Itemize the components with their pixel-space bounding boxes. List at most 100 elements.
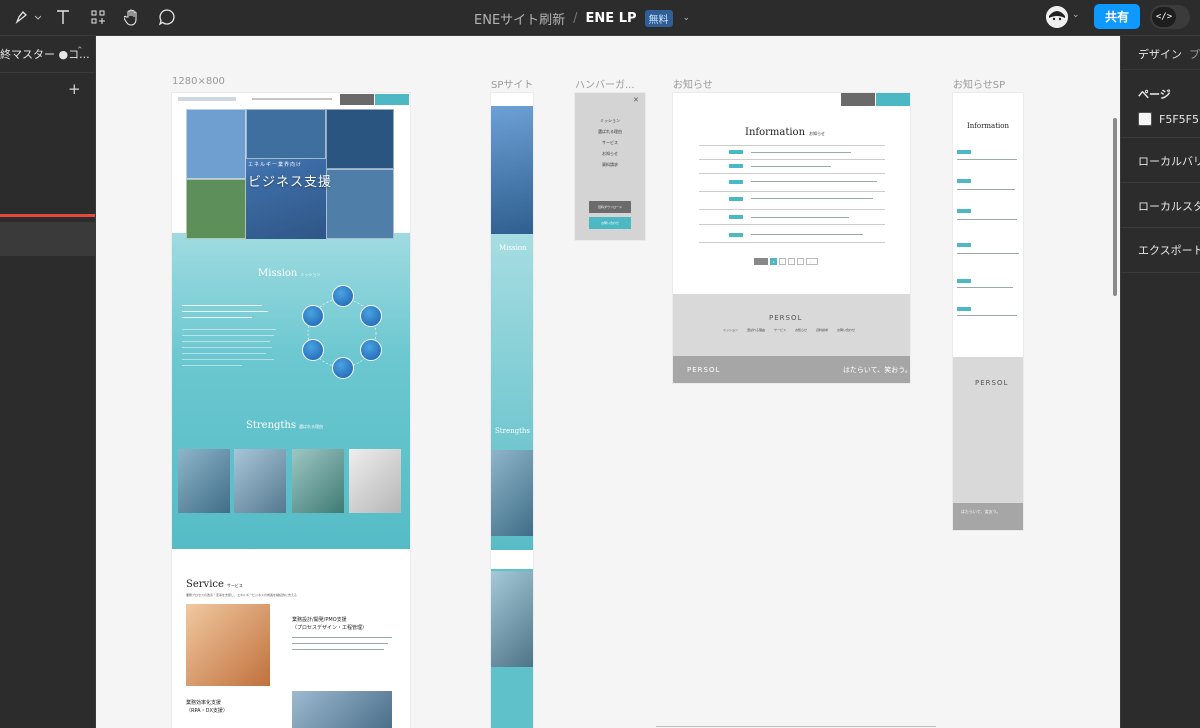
file-title[interactable]: ENEサイト刷新 / ENE LP 無料 ⌄ <box>474 0 690 36</box>
news-row-text <box>957 189 1015 190</box>
frame-label-desktop[interactable]: 1280×800 <box>172 76 225 87</box>
text-line <box>182 347 272 348</box>
footer-nav-item: 選ばれる理由 <box>747 328 766 332</box>
news-row-text <box>957 159 1017 160</box>
panel-tabs: デザイン プ <box>1121 36 1200 70</box>
frame-hamburger-menu[interactable]: ✕ ミッション 選ばれる理由 サービス お知らせ 資料請求 資料ダウンロード お… <box>575 93 645 240</box>
tab-design[interactable]: デザイン <box>1138 46 1182 62</box>
news-row-text <box>751 217 849 218</box>
comment-tool-icon[interactable] <box>156 6 178 28</box>
strength-image <box>349 449 401 513</box>
tab-prototype[interactable]: プ <box>1189 46 1200 62</box>
chevron-down-icon[interactable]: ⌄ <box>683 13 691 23</box>
news-row-divider <box>699 224 885 225</box>
text-tool-icon[interactable] <box>53 6 73 28</box>
news-row-divider <box>699 209 885 210</box>
service-item-title: 業務設計/開発/PMO支援 <box>292 617 347 623</box>
frame-sp-site[interactable]: Mission Strengths <box>491 93 533 728</box>
frame-label-hamburger[interactable]: ハンバーガ... <box>575 76 635 91</box>
export-label[interactable]: エクスポート <box>1138 242 1200 258</box>
hamburger-contact-button: お問い合わせ <box>589 217 631 229</box>
hero-subtitle: エネルギー業界向け <box>248 162 303 168</box>
close-icon: ✕ <box>633 96 639 104</box>
news-row-text <box>957 253 1019 254</box>
divider <box>0 72 95 73</box>
pen-tool-icon[interactable] <box>12 6 42 28</box>
hamburger-menu-item: サービス <box>602 140 618 145</box>
project-name[interactable]: ENEサイト刷新 <box>474 9 565 28</box>
canvas-scrollbar[interactable] <box>1113 118 1117 296</box>
frame-label-news[interactable]: お知らせ <box>673 76 713 91</box>
hero-cell <box>186 179 246 239</box>
frame-news[interactable]: Information お知らせ 1 2 3 4 次へ PERSOL ミッション… <box>673 93 910 383</box>
file-name[interactable]: ENE LP <box>586 11 637 26</box>
pager-prev <box>754 258 768 265</box>
chevron-down-icon[interactable]: ⌄ <box>1072 10 1080 20</box>
page-section: ページ F5F5F5 <box>1121 70 1200 138</box>
mission-heading: Mission ミッション <box>258 268 321 279</box>
news-tag <box>957 179 971 183</box>
hamburger-menu-list: ミッション 選ばれる理由 サービス お知らせ 資料請求 <box>575 115 645 170</box>
export-section[interactable]: エクスポート <box>1121 228 1200 273</box>
dev-mode-toggle[interactable]: </> <box>1150 5 1190 29</box>
local-variables-label[interactable]: ローカルバリア <box>1138 153 1200 169</box>
service-item-subtitle: （RPA・DX支援） <box>186 708 228 714</box>
service-item-subtitle: （プロセスデザイン・工程管理） <box>292 625 368 631</box>
text-line <box>182 317 252 318</box>
strength-image <box>234 449 286 513</box>
diagram-node <box>332 285 354 307</box>
hand-tool-icon[interactable] <box>122 6 142 28</box>
hero-image: エネルギー業界向け ビジネス支援 <box>186 109 394 239</box>
add-page-icon[interactable]: + <box>68 80 81 98</box>
page-selector[interactable]: 終マスター ●コ... ⌃ <box>0 44 95 64</box>
hamburger-menu-item: ミッション <box>600 118 620 123</box>
footer-nav-item: お知らせ <box>795 328 807 332</box>
news-row-divider <box>699 145 885 146</box>
text-line <box>182 329 276 330</box>
component-tool-icon[interactable] <box>88 6 108 28</box>
local-styles-section[interactable]: ローカルスタイ <box>1121 183 1200 228</box>
text-line <box>292 643 388 644</box>
page-color-swatch[interactable] <box>1138 112 1152 126</box>
share-button[interactable]: 共有 <box>1094 4 1140 29</box>
canvas-guide-line <box>656 726 936 727</box>
service-heading: Service サービス <box>186 579 243 590</box>
news-tag <box>729 233 743 237</box>
frame-news-sp[interactable]: Information PERSOL はたらいて、笑おう。 <box>953 93 1023 530</box>
text-line <box>292 637 392 638</box>
frame-label-news-sp[interactable]: お知らせSP <box>953 76 1005 91</box>
news-tag <box>729 164 743 168</box>
hero-title: ビジネス支援 <box>248 175 333 190</box>
sp-hero <box>491 106 533 234</box>
text-line <box>182 335 274 336</box>
diagram-node <box>332 357 354 379</box>
local-variables-section[interactable]: ローカルバリア <box>1121 138 1200 183</box>
news-tag <box>957 307 971 311</box>
avatar[interactable] <box>1046 6 1068 28</box>
text-line <box>182 365 242 366</box>
news-row-text <box>957 219 1017 220</box>
frame-desktop-lp[interactable]: エネルギー業界向け ビジネス支援 Mission ミッション Strengths 選… <box>172 93 410 728</box>
footer-nav-item: サービス <box>774 328 787 332</box>
hamburger-menu-item: お知らせ <box>602 151 618 156</box>
footer-slogan: はたらいて、笑おう。 <box>843 366 910 374</box>
frame-label-sp[interactable]: SPサイト <box>491 76 533 91</box>
selection-indicator <box>0 214 95 217</box>
news-row-divider <box>699 159 885 160</box>
selected-layer-row[interactable] <box>0 222 95 256</box>
chevron-up-icon[interactable]: ⌃ <box>76 46 84 56</box>
plan-badge: 無料 <box>644 9 673 27</box>
strength-image <box>178 449 230 513</box>
footer-nav-links: ミッション 選ばれる理由 サービス お知らせ 資料請求 お問い合わせ <box>723 328 855 332</box>
hamburger-download-button: 資料ダウンロード <box>589 201 631 213</box>
news-tag <box>957 279 971 283</box>
layers-panel: 終マスター ●コ... ⌃ + <box>0 36 96 728</box>
pager-item: 4 <box>797 258 804 265</box>
page-color-value[interactable]: F5F5F5 <box>1159 113 1199 126</box>
footer-nav-item: 資料請求 <box>816 328 829 332</box>
design-canvas[interactable]: 1280×800 SPサイト ハンバーガ... お知らせ お知らせSP エネルギ… <box>96 36 1120 728</box>
footer-logo: PERSOL <box>769 314 803 322</box>
service-image <box>186 604 270 686</box>
news-row-text <box>751 181 877 182</box>
local-styles-label[interactable]: ローカルスタイ <box>1138 198 1200 214</box>
